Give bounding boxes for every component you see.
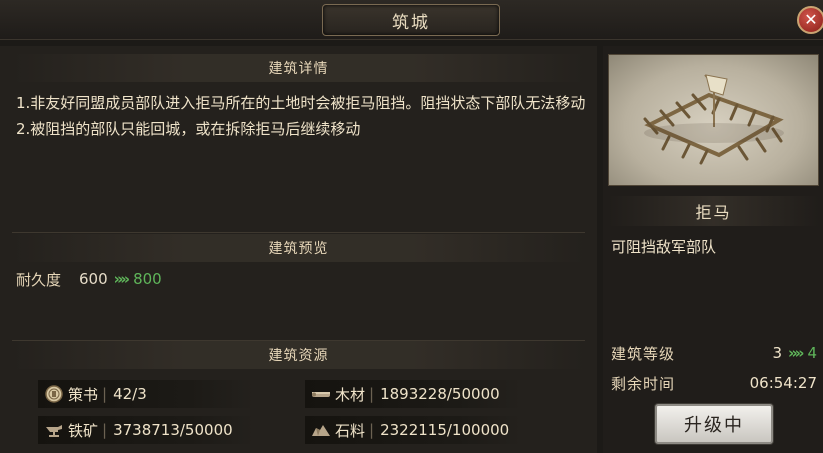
building-level-label: 建筑等级 [611, 344, 676, 363]
durability-row: 耐久度 600 »» 800 [16, 268, 162, 290]
resource-separator: | [102, 421, 108, 439]
remaining-time-row: 剩余时间 06:54:27 [611, 372, 817, 394]
resource-name: 木材 [335, 385, 366, 404]
right-panel: 拒马 可阻挡敌军部队 建筑等级 3 »» 4 剩余时间 06:54:27 升级中 [603, 46, 823, 453]
resource-name: 石料 [335, 421, 366, 440]
resource-amount: 2322115/100000 [380, 421, 510, 439]
level-next: 4 [807, 344, 817, 362]
remaining-time-value: 06:54:27 [749, 374, 817, 392]
resource-wood: 木材 | 1893228/50000 [305, 380, 521, 408]
building-description: 可阻挡敌军部队 [611, 238, 717, 256]
resource-name: 策书 [68, 385, 99, 404]
increase-arrow-icon: »» [788, 344, 804, 362]
divider [12, 232, 585, 233]
close-button[interactable]: ✕ [797, 6, 823, 34]
title-bar: 筑城 ✕ [0, 0, 823, 40]
remaining-time-label: 剩余时间 [611, 374, 676, 393]
detail-line-2: 2.被阻挡的部队只能回城，或在拆除拒马后继续移动 [16, 120, 361, 138]
resource-amount: 1893228/50000 [380, 385, 500, 403]
barricade-icon [643, 74, 784, 165]
resource-separator: | [369, 385, 375, 403]
durability-label: 耐久度 [16, 270, 62, 289]
preview-header: 建筑预览 [12, 234, 585, 262]
resource-separator: | [102, 385, 108, 403]
resource-name: 铁矿 [68, 421, 99, 440]
upgrade-button[interactable]: 升级中 [655, 404, 773, 444]
details-text: 1.非友好同盟成员部队进入拒马所在的土地时会被拒马阻挡。阻挡状态下部队无法移动 … [16, 90, 586, 142]
durability-current: 600 [79, 270, 108, 288]
window-title: 筑城 [322, 4, 500, 36]
resource-iron: 铁矿 | 3738713/50000 [38, 416, 254, 444]
resources-header: 建筑资源 [12, 341, 585, 369]
building-level-value: 3 »» 4 [773, 344, 818, 362]
resource-amount: 3738713/50000 [113, 421, 233, 439]
resource-separator: | [369, 421, 375, 439]
wood-icon [311, 384, 331, 404]
level-current: 3 [772, 344, 783, 362]
resource-amount: 42/3 [113, 385, 147, 403]
resource-token: 策书 | 42/3 [38, 380, 254, 408]
detail-line-1: 1.非友好同盟成员部队进入拒马所在的土地时会被拒马阻挡。阻挡状态下部队无法移动 [16, 94, 586, 112]
durability-next: 800 [133, 270, 162, 288]
close-icon: ✕ [804, 10, 818, 29]
token-icon [44, 384, 64, 404]
stone-icon [311, 420, 331, 440]
increase-arrow-icon: »» [113, 270, 130, 288]
building-level-row: 建筑等级 3 »» 4 [611, 342, 817, 364]
building-name: 拒马 [608, 196, 819, 226]
resource-stone: 石料 | 2322115/100000 [305, 416, 521, 444]
details-header: 建筑详情 [12, 54, 585, 82]
iron-icon [44, 420, 64, 440]
building-image [608, 54, 819, 186]
